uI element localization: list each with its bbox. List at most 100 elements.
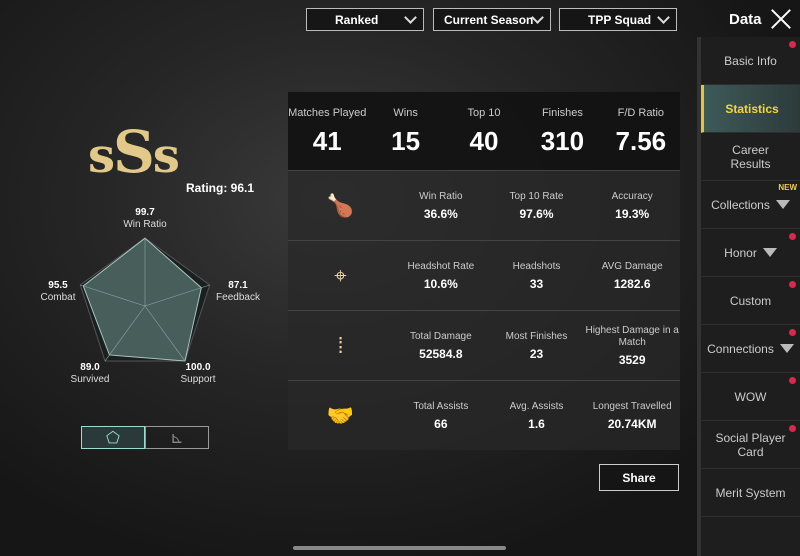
sidebar-item-label: Connections xyxy=(707,341,774,356)
stat-label: Win Ratio xyxy=(419,190,463,202)
sidebar-item-label: Honor xyxy=(724,245,757,260)
sidebar-item-collections[interactable]: Collections NEW xyxy=(701,181,800,229)
sidebar-item-label: Custom xyxy=(729,293,772,308)
notification-dot-icon xyxy=(789,377,796,384)
radar-value: 95.5 xyxy=(48,280,68,291)
stats-panel: Matches Played 41 Wins 15 Top 10 40 Finishes 31… xyxy=(288,92,680,450)
sidebar-item-career-results[interactable]: Career Results xyxy=(701,133,800,181)
stat-value: 1.6 xyxy=(528,416,545,431)
summary-stat: Top 10 40 xyxy=(445,92,523,170)
stats-row: 🍗 Win Ratio 36.6% Top 10 Rate 97.6% Accuracy 1… xyxy=(288,170,680,240)
stat-label: Matches Played xyxy=(288,107,367,119)
stat-label: Longest Travelled xyxy=(592,400,672,412)
radar-view-button[interactable]: ⬠ xyxy=(81,426,145,449)
sidebar-item-social-player-card[interactable]: Social Player Card xyxy=(701,421,800,469)
summary-stat: F/D Ratio 7.56 xyxy=(602,92,680,170)
mode-dropdown[interactable]: Ranked xyxy=(306,8,424,31)
sidebar-item-custom[interactable]: Custom xyxy=(701,277,800,325)
radar-axis-name: Win Ratio xyxy=(123,219,167,230)
sidebar-item-label: Social Player Card xyxy=(715,430,786,459)
trend-view-button[interactable]: ⊾ xyxy=(145,426,209,449)
stat-value: 40 xyxy=(469,126,499,156)
notification-dot-icon xyxy=(789,233,796,240)
stat-cell: Top 10 Rate 97.6% xyxy=(489,191,585,221)
radar-label: 100.0 Support xyxy=(168,362,228,386)
stat-cell: Highest Damage in a Match 3529 xyxy=(584,325,680,367)
squad-dropdown[interactable]: TPP Squad xyxy=(559,8,677,31)
radar-value: 100.0 xyxy=(185,362,211,373)
stat-value: 41 xyxy=(312,126,342,156)
radar-axis-name: Feedback xyxy=(216,292,260,303)
sidebar-item-wow[interactable]: WOW xyxy=(701,373,800,421)
new-badge: NEW xyxy=(778,183,797,192)
sidebar-item-honor[interactable]: Honor xyxy=(701,229,800,277)
stat-cell: Most Finishes 23 xyxy=(489,331,585,361)
sidebar: Basic Info Statistics Career Results Collec… xyxy=(697,37,800,556)
stat-label: Wins xyxy=(393,107,418,119)
stats-row: ⌖ Headshot Rate 10.6% Headshots 33 AVG Damage… xyxy=(288,240,680,310)
stat-label: Finishes xyxy=(541,107,583,119)
share-button[interactable]: Share xyxy=(599,464,679,491)
triangle-down-icon xyxy=(762,248,777,257)
stat-label: Avg. Assists xyxy=(509,400,564,412)
sidebar-item-connections[interactable]: Connections xyxy=(701,325,800,373)
sidebar-item-label: WOW xyxy=(734,389,767,404)
crosshair-icon: ⌖ xyxy=(334,262,347,288)
stat-value: 19.3% xyxy=(615,206,650,221)
stat-value: 15 xyxy=(391,126,421,156)
notification-dot-icon xyxy=(789,281,796,288)
stat-value: 66 xyxy=(434,416,448,431)
stat-label: Highest Damage in a Match xyxy=(585,324,679,348)
chevron-down-icon xyxy=(404,11,417,24)
sidebar-item-merit-system[interactable]: Merit System xyxy=(701,469,800,517)
stat-value: 10.6% xyxy=(423,276,458,291)
stat-label: Total Damage xyxy=(409,330,472,342)
season-dropdown[interactable]: Current Season xyxy=(433,8,551,31)
stat-cell: Headshot Rate 10.6% xyxy=(393,261,489,291)
radar-value: 87.1 xyxy=(228,280,248,291)
stat-cell: Total Damage 52584.8 xyxy=(393,331,489,361)
stat-value: 1282.6 xyxy=(613,276,651,291)
stat-label: AVG Damage xyxy=(601,260,663,272)
stats-row: 🤝 Total Assists 66 Avg. Assists 1.6 Longest T… xyxy=(288,380,680,450)
bullets-icon: ⁞ xyxy=(337,332,344,358)
summary-stat: Matches Played 41 xyxy=(288,92,366,170)
sidebar-item-label: Career Results xyxy=(730,142,771,171)
sidebar-item-label: Collections xyxy=(711,197,770,212)
radar-label: 95.5 Combat xyxy=(28,280,88,304)
stat-label: Top 10 Rate xyxy=(509,190,564,202)
triangle-down-icon xyxy=(775,200,790,209)
radar-value: 99.7 xyxy=(135,207,155,218)
stat-value: 97.6% xyxy=(519,206,554,221)
line-chart-icon: ⊾ xyxy=(170,429,184,447)
radar-axis-name: Support xyxy=(180,374,216,385)
stat-value: 36.6% xyxy=(423,206,458,221)
stat-cell: Avg. Assists 1.6 xyxy=(489,401,585,431)
page-title: Data xyxy=(729,11,762,28)
stat-cell: Win Ratio 36.6% xyxy=(393,191,489,221)
notification-dot-icon xyxy=(789,425,796,432)
stat-value: 7.56 xyxy=(615,126,667,156)
stat-label: Total Assists xyxy=(413,400,469,412)
stat-value: 52584.8 xyxy=(419,346,463,361)
sidebar-item-label: Merit System xyxy=(715,485,786,500)
stat-value: 23 xyxy=(529,346,544,361)
stat-value: 33 xyxy=(529,276,544,291)
sidebar-item-basic-info[interactable]: Basic Info xyxy=(701,37,800,85)
summary-bar: Matches Played 41 Wins 15 Top 10 40 Finishes 31… xyxy=(288,92,680,170)
radar-value: 89.0 xyxy=(80,362,100,373)
summary-stat: Finishes 310 xyxy=(523,92,601,170)
home-indicator[interactable] xyxy=(293,546,506,550)
stat-label: Accuracy xyxy=(611,190,653,202)
stat-cell: Accuracy 19.3% xyxy=(584,191,680,221)
stat-value: 3529 xyxy=(618,352,646,367)
stat-label: F/D Ratio xyxy=(617,107,665,119)
sidebar-item-statistics[interactable]: Statistics xyxy=(701,85,800,133)
stat-label: Most Finishes xyxy=(505,330,568,342)
radar-label: 99.7 Win Ratio xyxy=(115,207,175,231)
stat-value: 310 xyxy=(540,126,585,156)
notification-dot-icon xyxy=(789,329,796,336)
radar-label: 87.1 Feedback xyxy=(208,280,268,304)
stat-label: Top 10 xyxy=(467,107,501,119)
close-icon[interactable] xyxy=(770,8,792,30)
